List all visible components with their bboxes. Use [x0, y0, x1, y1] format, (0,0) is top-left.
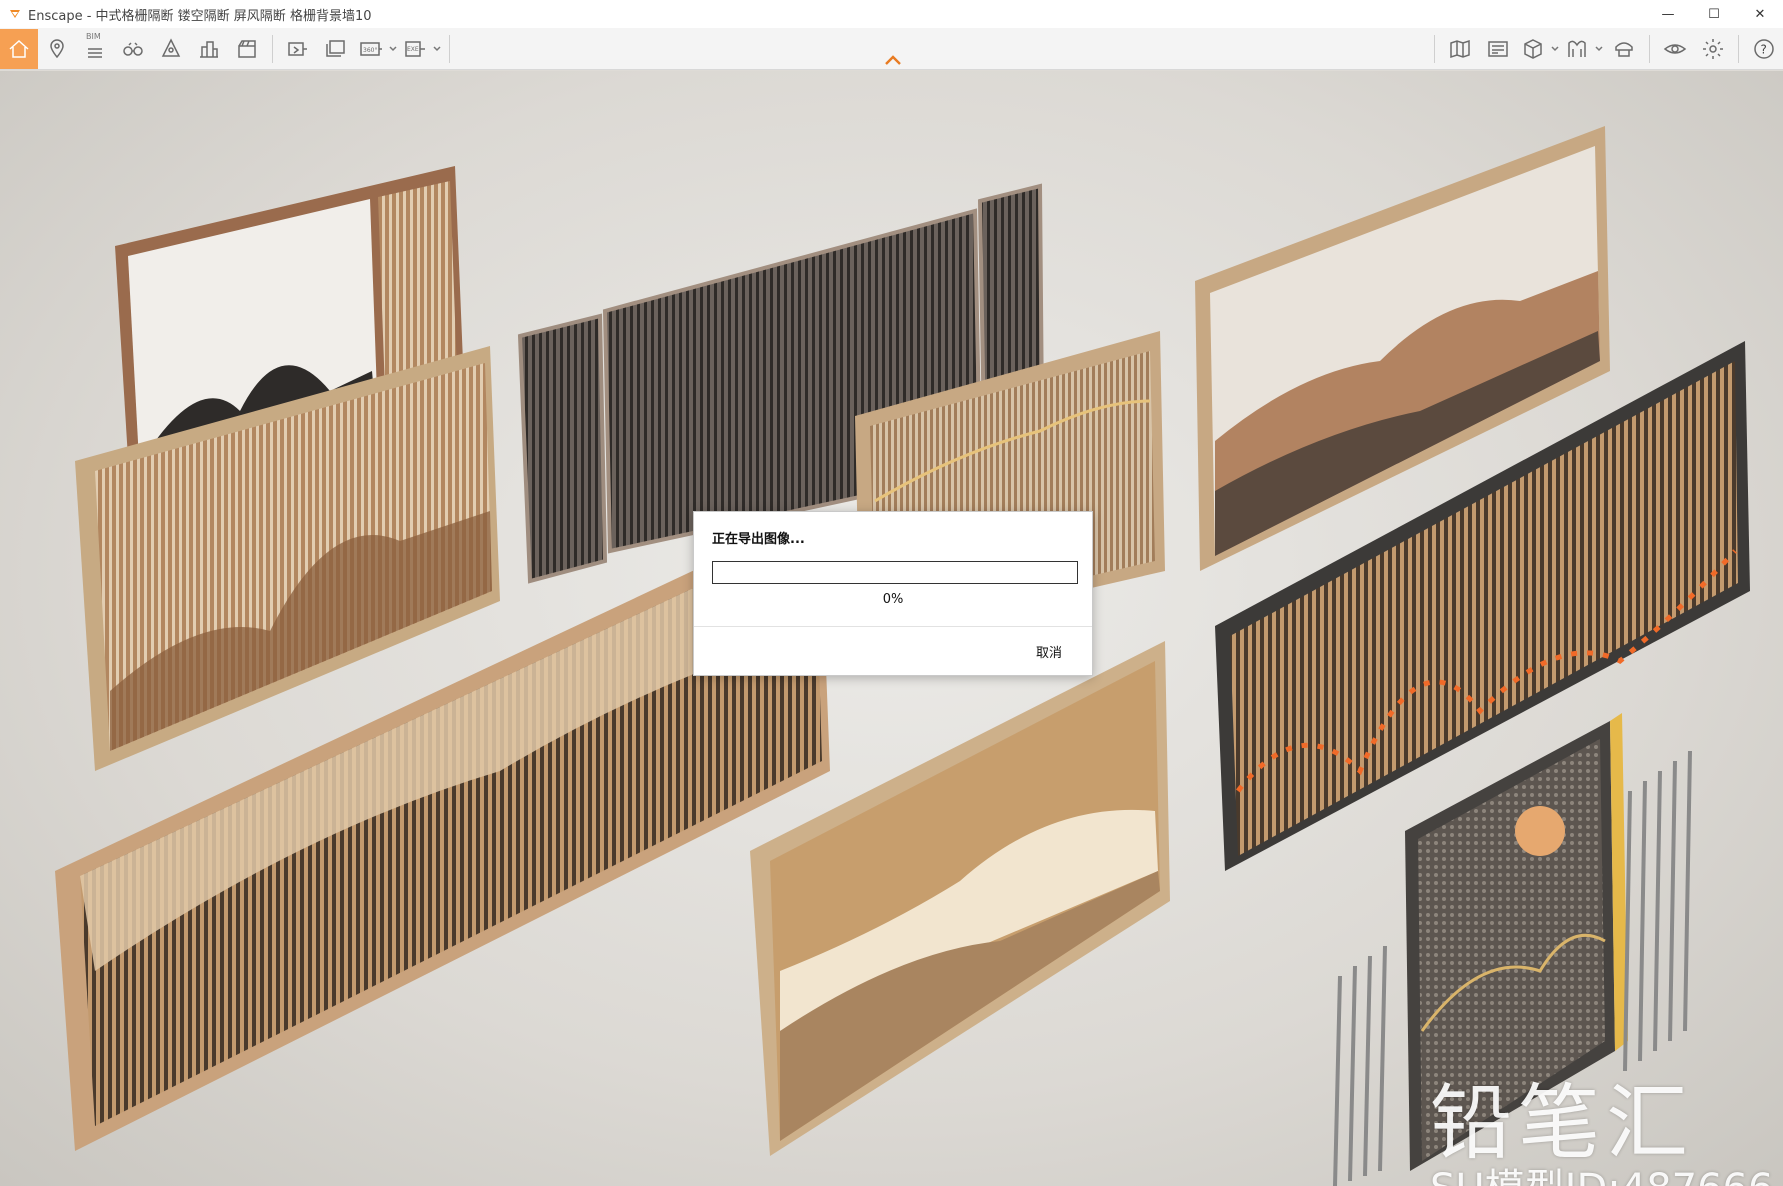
maximize-button[interactable]: ☐	[1691, 0, 1737, 28]
objects-dropdown[interactable]	[1549, 30, 1561, 68]
chevron-down-icon	[389, 46, 397, 52]
batch-render-icon	[326, 40, 345, 57]
visual-settings-button[interactable]	[1656, 30, 1694, 68]
close-button[interactable]: ✕	[1737, 0, 1783, 28]
settings-hat-icon	[1615, 42, 1633, 57]
screenshot-export-icon	[288, 42, 307, 56]
window-title: Enscape - 中式格栅隔断 镂空隔断 屏风隔断 格栅背景墙10	[28, 8, 372, 24]
panorama-label: 360°	[363, 47, 377, 54]
binoculars-icon	[123, 42, 143, 56]
map-button[interactable]	[1441, 30, 1479, 68]
general-settings-button[interactable]	[1694, 30, 1732, 68]
minimize-button[interactable]: —	[1645, 0, 1691, 28]
cube-icon	[1524, 39, 1542, 59]
material-dropdown[interactable]	[1593, 30, 1605, 68]
upload-button[interactable]	[190, 30, 228, 68]
asset-library-button[interactable]	[152, 30, 190, 68]
progress-percent: 0%	[882, 592, 904, 607]
dialog-divider	[694, 626, 1092, 627]
objects-button[interactable]	[1517, 30, 1549, 68]
screenshot-button[interactable]	[279, 30, 317, 68]
map-icon	[1450, 39, 1470, 59]
toolbar-separator	[449, 35, 450, 63]
bim-info-button[interactable]: BIM	[76, 30, 114, 68]
walk-mode-button[interactable]	[114, 30, 152, 68]
help-icon: ?	[1754, 39, 1774, 59]
chevron-up-icon	[885, 55, 901, 65]
collaborative-annotation-button[interactable]	[1479, 30, 1517, 68]
buildings-icon	[200, 41, 218, 58]
home-button[interactable]	[0, 29, 38, 69]
help-button[interactable]: ?	[1745, 30, 1783, 68]
atmosphere-button[interactable]	[1605, 30, 1643, 68]
views-button[interactable]	[38, 30, 76, 68]
exe-export-button[interactable]: EXE	[399, 30, 431, 68]
location-pin-icon	[50, 39, 64, 59]
batch-render-button[interactable]	[317, 30, 355, 68]
gear-icon	[1703, 39, 1723, 59]
toolbar-right-group: ?	[1428, 28, 1783, 70]
collaborative-icon	[1488, 41, 1508, 57]
toolbar-separator	[1649, 35, 1650, 63]
help-label: ?	[1761, 43, 1767, 57]
exe-label: EXE	[407, 46, 419, 53]
video-editor-icon	[238, 40, 256, 58]
watermark-model-id: SU模型ID:487666	[1430, 1156, 1773, 1186]
toolbar-separator	[1434, 35, 1435, 63]
bim-label: BIM	[86, 32, 101, 41]
cancel-button[interactable]: 取消	[1036, 642, 1062, 661]
chevron-down-icon	[433, 46, 441, 52]
visual-settings-icon	[1663, 44, 1687, 54]
panorama-dropdown[interactable]	[387, 30, 399, 68]
material-icon	[1568, 40, 1586, 57]
dialog-title: 正在导出图像...	[712, 532, 805, 547]
video-editor-button[interactable]	[228, 30, 266, 68]
chevron-down-icon	[1595, 46, 1603, 52]
chevron-down-icon	[1551, 46, 1559, 52]
asset-library-icon	[161, 38, 181, 57]
exe-dropdown[interactable]	[431, 30, 443, 68]
material-editor-button[interactable]	[1561, 30, 1593, 68]
export-progress-dialog: 正在导出图像... 0% 取消	[693, 511, 1093, 676]
panorama-360-icon: 360°	[360, 42, 382, 56]
toolbar-left-group: BIM 360° EXE	[0, 28, 456, 70]
toolbar-collapse-toggle[interactable]	[883, 52, 903, 66]
enscape-logo-icon	[10, 10, 20, 18]
toolbar-separator	[272, 35, 273, 63]
panorama-button[interactable]: 360°	[355, 30, 387, 68]
exe-export-icon: EXE	[405, 41, 425, 57]
window-controls: — ☐ ✕	[1645, 0, 1783, 28]
toolbar-separator	[1738, 35, 1739, 63]
export-progress-bar	[712, 561, 1078, 584]
home-icon	[9, 39, 29, 58]
title-bar: Enscape - 中式格栅隔断 镂空隔断 屏风隔断 格栅背景墙10 — ☐ ✕	[0, 0, 1783, 28]
